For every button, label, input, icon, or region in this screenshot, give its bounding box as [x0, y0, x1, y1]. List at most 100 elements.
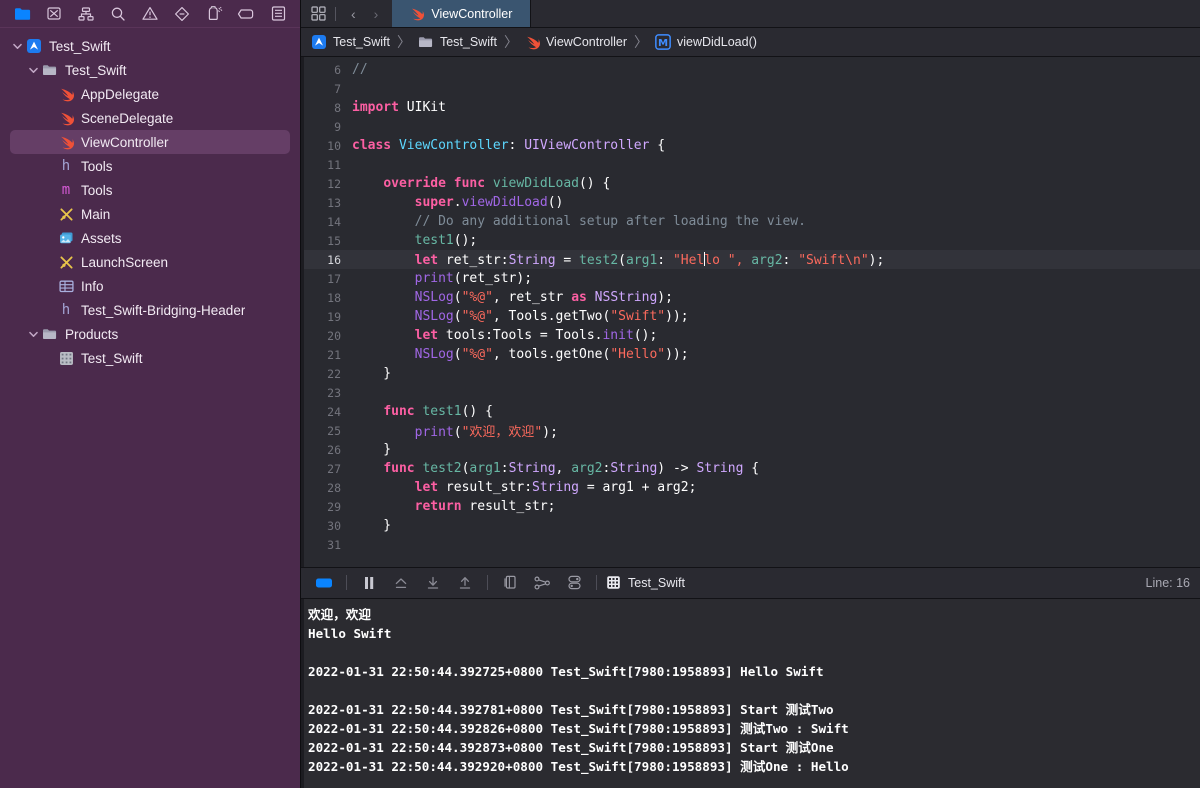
- chevron-down-icon[interactable]: [10, 43, 24, 50]
- sidebar-item-assets[interactable]: Assets: [10, 226, 290, 250]
- chevron-down-icon[interactable]: [26, 331, 40, 338]
- code-line[interactable]: 9: [304, 117, 1200, 136]
- code-line[interactable]: 13 super.viewDidLoad(): [304, 193, 1200, 212]
- code-line[interactable]: 19 NSLog("%@", Tools.getTwo("Swift"));: [304, 307, 1200, 326]
- sidebar-item-viewcontroller[interactable]: ViewController: [10, 130, 290, 154]
- code-line[interactable]: 25 print("欢迎，欢迎");: [304, 421, 1200, 441]
- breadcrumb-separator: 〉: [396, 34, 411, 50]
- sidebar-item-main[interactable]: Main: [10, 202, 290, 226]
- code-line[interactable]: 31: [304, 535, 1200, 554]
- breakpoint-icon[interactable]: [230, 2, 262, 26]
- code-line[interactable]: 30 }: [304, 516, 1200, 535]
- step-out-icon[interactable]: [450, 572, 480, 594]
- xcode-window: Test_Swift Test_Swift AppDelegate SceneDele…: [0, 0, 1200, 788]
- sidebar-item-label: Assets: [81, 230, 122, 246]
- code-line[interactable]: 18 NSLog("%@", ret_str as NSString);: [304, 288, 1200, 307]
- console-line: 2022-01-31 22:50:44.392826+0800 Test_Swi…: [308, 720, 849, 736]
- toggle-console-icon[interactable]: [309, 572, 339, 594]
- debug-process-indicator[interactable]: Test_Swift: [604, 575, 685, 590]
- line-number: 23: [327, 385, 341, 400]
- step-into-icon[interactable]: [418, 572, 448, 594]
- sidebar-item-test-swift[interactable]: Test_Swift: [10, 58, 290, 82]
- breadcrumb-item-2[interactable]: ViewController: [525, 35, 627, 50]
- code-line[interactable]: 6 //: [304, 60, 1200, 79]
- line-number: 9: [334, 119, 341, 134]
- line-number: 25: [327, 423, 341, 438]
- report-icon[interactable]: [262, 2, 294, 26]
- sidebar-item-tools[interactable]: m Tools: [10, 178, 290, 202]
- editor-options-icon[interactable]: [311, 6, 326, 21]
- tab-viewcontroller[interactable]: ViewController: [392, 0, 532, 27]
- code-text: class ViewController: UIViewController {: [352, 138, 666, 153]
- debug-gauge-icon[interactable]: [198, 2, 230, 26]
- console-line: Hello Swift: [308, 625, 392, 641]
- sidebar-item-label: Main: [81, 206, 111, 222]
- folder-icon: [40, 63, 60, 77]
- breadcrumb-label: viewDidLoad(): [677, 35, 757, 49]
- warning-icon[interactable]: [134, 2, 166, 26]
- breadcrumb-item-3[interactable]: MviewDidLoad(): [655, 34, 757, 50]
- code-line[interactable]: 7: [304, 79, 1200, 98]
- code-line[interactable]: 16 let ret_str:String = test2(arg1: "Hel…: [304, 250, 1200, 269]
- sidebar-item-scenedelegate[interactable]: SceneDelegate: [10, 106, 290, 130]
- view-hierarchy-icon[interactable]: [495, 572, 525, 594]
- code-line[interactable]: 26 }: [304, 440, 1200, 459]
- code-line[interactable]: 29 return result_str;: [304, 497, 1200, 516]
- sidebar-item-test-swift[interactable]: Test_Swift: [10, 346, 290, 370]
- objc-m-icon: m: [61, 182, 71, 198]
- environment-overrides-icon[interactable]: [559, 572, 589, 594]
- project-navigator-tree[interactable]: Test_Swift Test_Swift AppDelegate SceneDele…: [0, 28, 300, 788]
- memory-graph-icon[interactable]: [527, 572, 557, 594]
- step-over-icon[interactable]: [386, 572, 416, 594]
- hierarchy-icon[interactable]: [70, 2, 102, 26]
- sidebar-item-label: AppDelegate: [81, 86, 160, 102]
- code-line[interactable]: 8 import UIKit: [304, 98, 1200, 117]
- folder-icon[interactable]: [6, 2, 38, 26]
- code-line[interactable]: 17 print(ret_str);: [304, 269, 1200, 288]
- scheme-label: Test_Swift: [628, 575, 685, 590]
- code-line[interactable]: 28 let result_str:String = arg1 + arg2;: [304, 478, 1200, 497]
- breadcrumb-separator: 〉: [503, 34, 518, 50]
- code-line[interactable]: 15 test1();: [304, 231, 1200, 250]
- editor-tab-bar: ‹ › ViewController: [301, 0, 1200, 28]
- breadcrumb[interactable]: Test_Swift 〉 Test_Swift 〉 ViewController 〉 Mvi…: [301, 28, 1200, 57]
- console-output[interactable]: 欢迎，欢迎 Hello Swift 2022-01-31 22:50:44.3927…: [301, 598, 1200, 788]
- source-control-icon[interactable]: [38, 2, 70, 26]
- line-number: 27: [327, 461, 341, 476]
- code-line[interactable]: 22 }: [304, 364, 1200, 383]
- nav-forward-button[interactable]: ›: [368, 6, 385, 22]
- line-number: 14: [327, 214, 341, 229]
- code-line[interactable]: 11: [304, 155, 1200, 174]
- search-icon[interactable]: [102, 2, 134, 26]
- navigator-sidebar: Test_Swift Test_Swift AppDelegate SceneDele…: [0, 0, 300, 788]
- pause-icon[interactable]: [354, 572, 384, 594]
- code-line[interactable]: 23: [304, 383, 1200, 402]
- source-editor[interactable]: 6 // 7 8 import UIKit 9 10 class ViewController…: [301, 57, 1200, 567]
- sidebar-item-test-swift[interactable]: Test_Swift: [10, 34, 290, 58]
- breadcrumb-item-0[interactable]: Test_Swift: [311, 34, 390, 50]
- nav-back-button[interactable]: ‹: [345, 6, 362, 22]
- test-diamond-icon[interactable]: [166, 2, 198, 26]
- header-h-icon: h: [61, 158, 71, 174]
- chevron-down-icon[interactable]: [26, 67, 40, 74]
- swift-icon: [410, 7, 425, 21]
- sidebar-item-info[interactable]: Info: [10, 274, 290, 298]
- sidebar-item-test-swift-bridging-header[interactable]: h Test_Swift-Bridging-Header: [10, 298, 290, 322]
- sidebar-item-tools[interactable]: h Tools: [10, 154, 290, 178]
- code-line[interactable]: 27 func test2(arg1:String, arg2:String) …: [304, 459, 1200, 478]
- line-number: 12: [327, 176, 341, 191]
- swift-icon: [56, 87, 76, 102]
- sidebar-item-appdelegate[interactable]: AppDelegate: [10, 82, 290, 106]
- code-line[interactable]: 10 class ViewController: UIViewController…: [304, 136, 1200, 155]
- breadcrumb-item-1[interactable]: Test_Swift: [418, 35, 497, 49]
- code-line[interactable]: 24 func test1() {: [304, 402, 1200, 421]
- code-line[interactable]: 20 let tools:Tools = Tools.init();: [304, 326, 1200, 345]
- sidebar-item-launchscreen[interactable]: LaunchScreen: [10, 250, 290, 274]
- sidebar-item-products[interactable]: Products: [10, 322, 290, 346]
- code-text: // Do any additional setup after loading…: [414, 214, 806, 229]
- code-line[interactable]: 12 override func viewDidLoad() {: [304, 174, 1200, 193]
- code-line[interactable]: 14 // Do any additional setup after load…: [304, 212, 1200, 231]
- tab-label: ViewController: [431, 6, 513, 21]
- code-line[interactable]: 21 NSLog("%@", tools.getOne("Hello"));: [304, 345, 1200, 364]
